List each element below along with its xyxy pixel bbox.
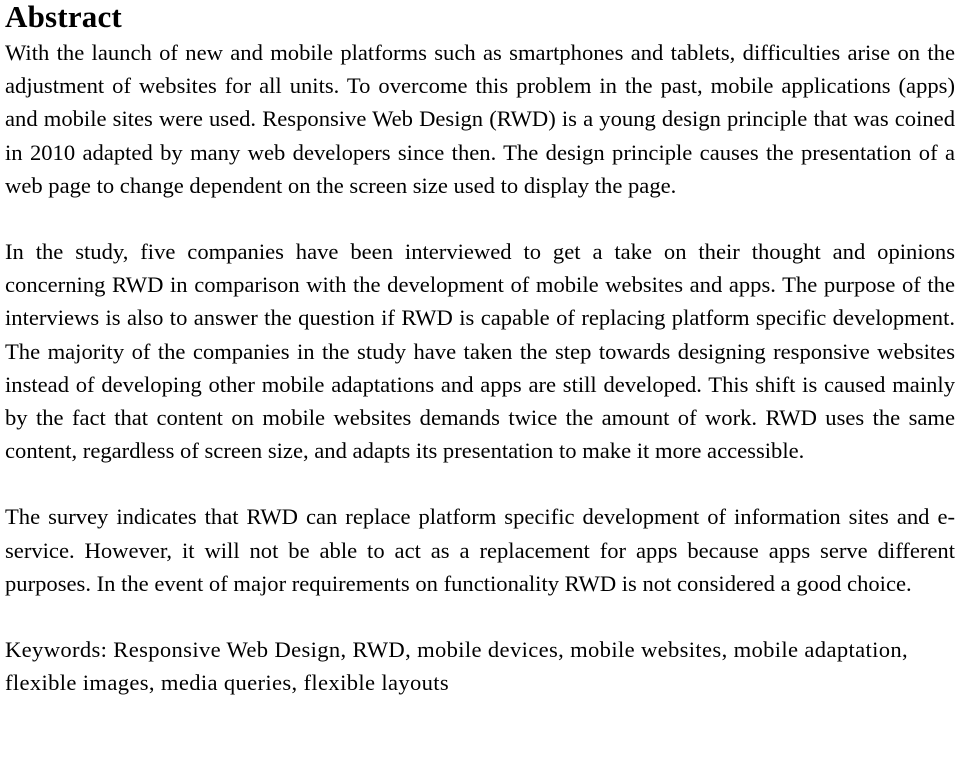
abstract-paragraph-1: With the launch of new and mobile platfo… bbox=[5, 40, 955, 198]
keywords-section: Keywords: Responsive Web Design, RWD, mo… bbox=[5, 633, 955, 699]
keywords-line: Keywords: Responsive Web Design, RWD, mo… bbox=[5, 637, 909, 696]
abstract-paragraph-2: In the study, five companies have been i… bbox=[5, 239, 955, 464]
abstract-page: Abstract With the launch of new and mobi… bbox=[0, 0, 960, 780]
abstract-paragraph-3: The survey indicates that RWD can replac… bbox=[5, 504, 955, 596]
page-title: Abstract bbox=[5, 0, 122, 34]
